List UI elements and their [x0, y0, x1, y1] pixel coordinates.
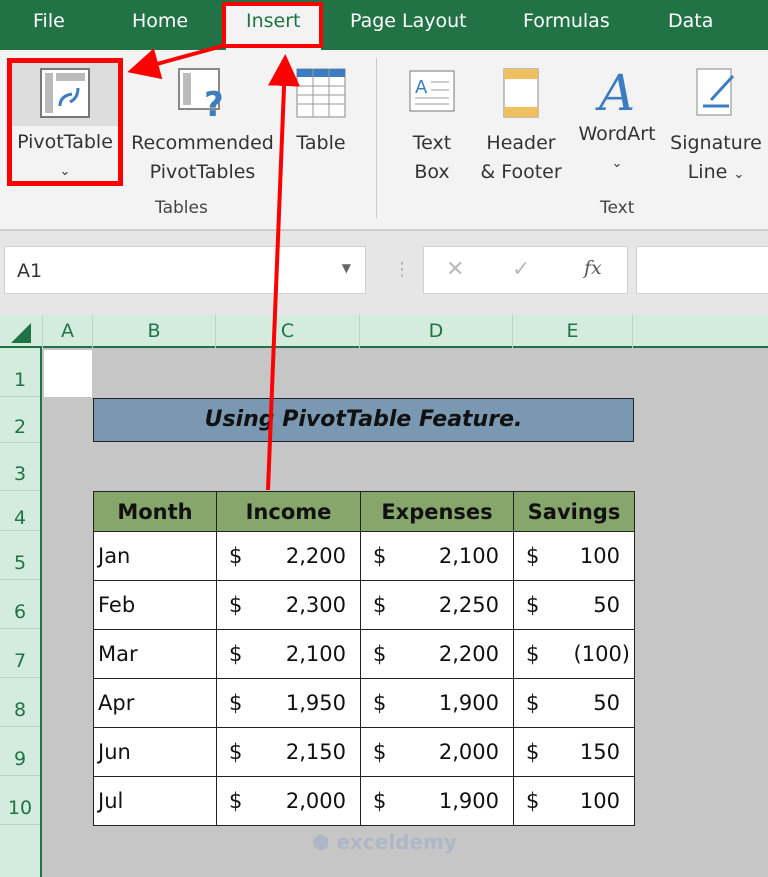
annotation-arrows	[127, 43, 301, 491]
arrow-to-pivottable	[127, 43, 227, 80]
arrow-to-insert-tab	[266, 54, 301, 491]
